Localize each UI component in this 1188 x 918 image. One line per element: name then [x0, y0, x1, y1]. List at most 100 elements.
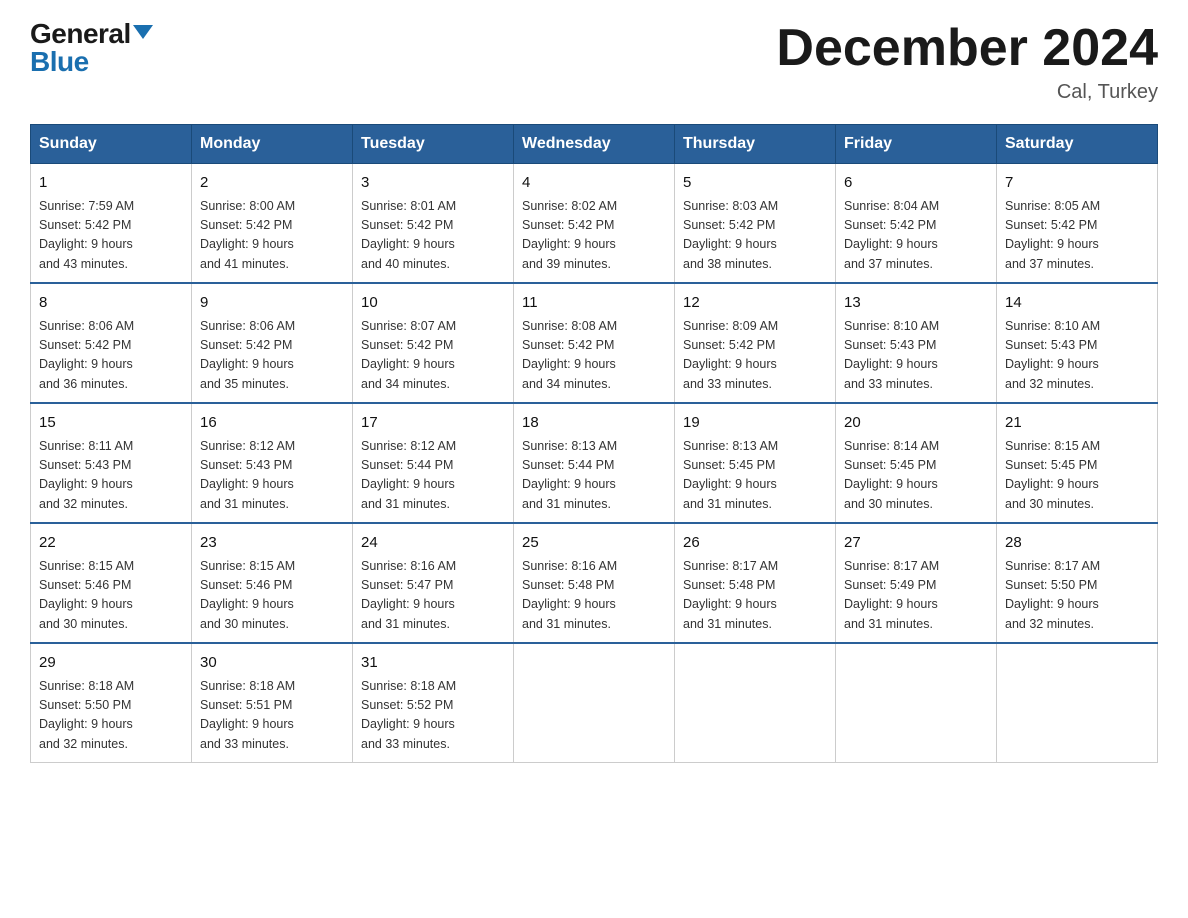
day-header-saturday: Saturday [997, 125, 1158, 164]
day-info: Sunrise: 8:07 AMSunset: 5:42 PMDaylight:… [361, 317, 505, 395]
day-number: 1 [39, 172, 183, 195]
calendar-cell: 16Sunrise: 8:12 AMSunset: 5:43 PMDayligh… [192, 403, 353, 523]
calendar-cell: 30Sunrise: 8:18 AMSunset: 5:51 PMDayligh… [192, 643, 353, 763]
day-info: Sunrise: 8:17 AMSunset: 5:48 PMDaylight:… [683, 557, 827, 635]
day-info: Sunrise: 8:02 AMSunset: 5:42 PMDaylight:… [522, 197, 666, 275]
day-info: Sunrise: 8:08 AMSunset: 5:42 PMDaylight:… [522, 317, 666, 395]
day-number: 16 [200, 412, 344, 435]
day-number: 7 [1005, 172, 1149, 195]
calendar-cell: 2Sunrise: 8:00 AMSunset: 5:42 PMDaylight… [192, 164, 353, 284]
day-info: Sunrise: 8:17 AMSunset: 5:49 PMDaylight:… [844, 557, 988, 635]
logo-general-text: General [30, 20, 131, 48]
calendar-cell: 24Sunrise: 8:16 AMSunset: 5:47 PMDayligh… [353, 523, 514, 643]
calendar-cell: 23Sunrise: 8:15 AMSunset: 5:46 PMDayligh… [192, 523, 353, 643]
day-number: 13 [844, 292, 988, 315]
calendar-cell: 11Sunrise: 8:08 AMSunset: 5:42 PMDayligh… [514, 283, 675, 403]
logo: General Blue [30, 20, 153, 76]
day-number: 20 [844, 412, 988, 435]
calendar-cell: 31Sunrise: 8:18 AMSunset: 5:52 PMDayligh… [353, 643, 514, 763]
day-number: 19 [683, 412, 827, 435]
day-number: 3 [361, 172, 505, 195]
logo-blue-text: Blue [30, 48, 153, 76]
day-number: 17 [361, 412, 505, 435]
calendar-cell: 27Sunrise: 8:17 AMSunset: 5:49 PMDayligh… [836, 523, 997, 643]
day-info: Sunrise: 8:11 AMSunset: 5:43 PMDaylight:… [39, 437, 183, 515]
day-info: Sunrise: 8:10 AMSunset: 5:43 PMDaylight:… [1005, 317, 1149, 395]
day-info: Sunrise: 8:16 AMSunset: 5:48 PMDaylight:… [522, 557, 666, 635]
calendar-cell: 19Sunrise: 8:13 AMSunset: 5:45 PMDayligh… [675, 403, 836, 523]
page-header: General Blue December 2024 Cal, Turkey [30, 20, 1158, 104]
calendar-cell: 22Sunrise: 8:15 AMSunset: 5:46 PMDayligh… [31, 523, 192, 643]
day-number: 4 [522, 172, 666, 195]
calendar-cell: 17Sunrise: 8:12 AMSunset: 5:44 PMDayligh… [353, 403, 514, 523]
calendar-cell: 21Sunrise: 8:15 AMSunset: 5:45 PMDayligh… [997, 403, 1158, 523]
calendar-cell: 26Sunrise: 8:17 AMSunset: 5:48 PMDayligh… [675, 523, 836, 643]
day-number: 15 [39, 412, 183, 435]
day-info: Sunrise: 8:14 AMSunset: 5:45 PMDaylight:… [844, 437, 988, 515]
day-number: 28 [1005, 532, 1149, 555]
day-info: Sunrise: 8:10 AMSunset: 5:43 PMDaylight:… [844, 317, 988, 395]
calendar-cell: 12Sunrise: 8:09 AMSunset: 5:42 PMDayligh… [675, 283, 836, 403]
day-number: 24 [361, 532, 505, 555]
day-number: 27 [844, 532, 988, 555]
day-header-tuesday: Tuesday [353, 125, 514, 164]
day-info: Sunrise: 8:00 AMSunset: 5:42 PMDaylight:… [200, 197, 344, 275]
day-info: Sunrise: 8:06 AMSunset: 5:42 PMDaylight:… [200, 317, 344, 395]
day-header-thursday: Thursday [675, 125, 836, 164]
calendar-cell: 7Sunrise: 8:05 AMSunset: 5:42 PMDaylight… [997, 164, 1158, 284]
title-section: December 2024 Cal, Turkey [776, 20, 1158, 104]
calendar-cell: 18Sunrise: 8:13 AMSunset: 5:44 PMDayligh… [514, 403, 675, 523]
day-number: 25 [522, 532, 666, 555]
day-number: 30 [200, 652, 344, 675]
day-number: 9 [200, 292, 344, 315]
day-number: 22 [39, 532, 183, 555]
days-header-row: SundayMondayTuesdayWednesdayThursdayFrid… [31, 125, 1158, 164]
day-number: 10 [361, 292, 505, 315]
day-number: 2 [200, 172, 344, 195]
day-number: 21 [1005, 412, 1149, 435]
day-info: Sunrise: 8:18 AMSunset: 5:50 PMDaylight:… [39, 677, 183, 755]
day-info: Sunrise: 8:03 AMSunset: 5:42 PMDaylight:… [683, 197, 827, 275]
day-number: 11 [522, 292, 666, 315]
calendar-cell: 3Sunrise: 8:01 AMSunset: 5:42 PMDaylight… [353, 164, 514, 284]
day-number: 29 [39, 652, 183, 675]
day-info: Sunrise: 8:04 AMSunset: 5:42 PMDaylight:… [844, 197, 988, 275]
calendar-table: SundayMondayTuesdayWednesdayThursdayFrid… [30, 124, 1158, 763]
day-info: Sunrise: 8:15 AMSunset: 5:46 PMDaylight:… [200, 557, 344, 635]
day-info: Sunrise: 7:59 AMSunset: 5:42 PMDaylight:… [39, 197, 183, 275]
day-header-monday: Monday [192, 125, 353, 164]
day-header-wednesday: Wednesday [514, 125, 675, 164]
day-info: Sunrise: 8:17 AMSunset: 5:50 PMDaylight:… [1005, 557, 1149, 635]
calendar-cell: 15Sunrise: 8:11 AMSunset: 5:43 PMDayligh… [31, 403, 192, 523]
month-title: December 2024 [776, 20, 1158, 77]
calendar-cell: 6Sunrise: 8:04 AMSunset: 5:42 PMDaylight… [836, 164, 997, 284]
calendar-cell: 28Sunrise: 8:17 AMSunset: 5:50 PMDayligh… [997, 523, 1158, 643]
day-number: 26 [683, 532, 827, 555]
day-info: Sunrise: 8:12 AMSunset: 5:44 PMDaylight:… [361, 437, 505, 515]
day-number: 14 [1005, 292, 1149, 315]
calendar-cell [997, 643, 1158, 763]
logo-triangle-icon [133, 25, 153, 39]
calendar-cell: 14Sunrise: 8:10 AMSunset: 5:43 PMDayligh… [997, 283, 1158, 403]
day-header-sunday: Sunday [31, 125, 192, 164]
day-info: Sunrise: 8:09 AMSunset: 5:42 PMDaylight:… [683, 317, 827, 395]
day-info: Sunrise: 8:01 AMSunset: 5:42 PMDaylight:… [361, 197, 505, 275]
calendar-cell: 9Sunrise: 8:06 AMSunset: 5:42 PMDaylight… [192, 283, 353, 403]
calendar-cell: 20Sunrise: 8:14 AMSunset: 5:45 PMDayligh… [836, 403, 997, 523]
day-info: Sunrise: 8:16 AMSunset: 5:47 PMDaylight:… [361, 557, 505, 635]
calendar-cell: 10Sunrise: 8:07 AMSunset: 5:42 PMDayligh… [353, 283, 514, 403]
day-number: 12 [683, 292, 827, 315]
calendar-cell: 4Sunrise: 8:02 AMSunset: 5:42 PMDaylight… [514, 164, 675, 284]
day-info: Sunrise: 8:13 AMSunset: 5:45 PMDaylight:… [683, 437, 827, 515]
day-info: Sunrise: 8:18 AMSunset: 5:51 PMDaylight:… [200, 677, 344, 755]
calendar-cell [836, 643, 997, 763]
calendar-cell: 13Sunrise: 8:10 AMSunset: 5:43 PMDayligh… [836, 283, 997, 403]
day-number: 6 [844, 172, 988, 195]
location: Cal, Turkey [776, 81, 1158, 104]
day-info: Sunrise: 8:05 AMSunset: 5:42 PMDaylight:… [1005, 197, 1149, 275]
calendar-cell: 5Sunrise: 8:03 AMSunset: 5:42 PMDaylight… [675, 164, 836, 284]
day-info: Sunrise: 8:18 AMSunset: 5:52 PMDaylight:… [361, 677, 505, 755]
day-header-friday: Friday [836, 125, 997, 164]
day-number: 5 [683, 172, 827, 195]
day-number: 8 [39, 292, 183, 315]
